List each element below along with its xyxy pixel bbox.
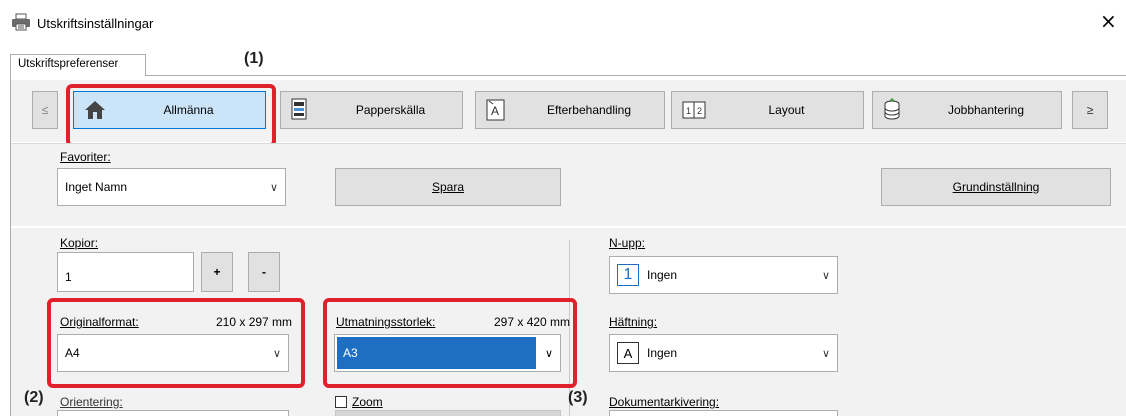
tab-layout-label: Layout — [768, 103, 805, 117]
favorites-value: Inget Namn — [65, 180, 128, 194]
copies-label: Kopior: — [60, 236, 99, 250]
save-button[interactable]: Spara — [335, 168, 561, 206]
layout-icon: 1 2 — [682, 100, 710, 120]
svg-text:1: 1 — [686, 106, 691, 116]
highlight-original-size — [47, 298, 305, 388]
tab-paper-source[interactable]: Papperskälla — [280, 91, 463, 129]
favorites-select[interactable]: Inget Namn ∨ — [57, 168, 286, 206]
tab-layout[interactable]: 1 2 Layout — [671, 91, 864, 129]
zoom-checkbox[interactable] — [335, 396, 347, 408]
window-title: Utskriftsinställningar — [37, 16, 154, 31]
job-handling-icon — [883, 98, 911, 122]
nup-label: N-upp: — [609, 236, 646, 250]
highlight-general-tab — [66, 84, 276, 147]
finishing-icon: A — [486, 98, 514, 122]
paper-tray-icon — [291, 98, 319, 122]
chevron-down-icon: ∨ — [269, 181, 279, 194]
copies-plus-button[interactable]: + — [201, 252, 233, 292]
orientation-select[interactable] — [57, 410, 289, 416]
stapling-select[interactable]: A Ingen ∨ — [609, 334, 838, 372]
callout-2: (2) — [24, 389, 44, 406]
close-icon[interactable]: × — [1100, 11, 1117, 31]
stapling-icon: A — [617, 342, 639, 364]
tab-print-preferences[interactable]: Utskriftspreferenser — [10, 54, 146, 76]
tab-paper-source-label: Papperskälla — [355, 103, 426, 117]
favorites-label: Favoriter: — [60, 150, 111, 164]
archiving-label: Dokumentarkivering: — [609, 395, 720, 409]
stapling-label: Häftning: — [609, 315, 658, 329]
printer-icon — [11, 13, 31, 31]
zoom-settings-button[interactable] — [335, 410, 561, 416]
title-bar — [0, 0, 1126, 44]
nup-select[interactable]: 1 Ingen ∨ — [609, 256, 838, 294]
copies-input[interactable]: 1 — [57, 252, 194, 292]
callout-1: (1) — [244, 50, 264, 67]
scroll-left-button[interactable]: ≤ — [32, 91, 58, 129]
chevron-down-icon: ∨ — [821, 269, 831, 282]
tab-finishing-label: Efterbehandling — [546, 103, 632, 117]
highlight-output-size — [323, 298, 577, 388]
svg-text:2: 2 — [697, 106, 702, 116]
orientation-label: Orientering: — [60, 395, 123, 409]
copies-minus-button[interactable]: - — [248, 252, 280, 292]
zoom-label: Zoom — [352, 395, 383, 409]
callout-3: (3) — [568, 389, 588, 406]
chevron-down-icon: ∨ — [821, 347, 831, 360]
tab-job-handling[interactable]: Jobbhantering — [872, 91, 1062, 129]
nup-icon: 1 — [617, 264, 639, 286]
nup-value: Ingen — [647, 268, 678, 282]
archiving-select[interactable] — [609, 410, 838, 416]
scroll-right-button[interactable]: ≥ — [1072, 91, 1108, 129]
svg-text:A: A — [491, 104, 499, 118]
default-settings-button[interactable]: Grundinställning — [881, 168, 1111, 206]
tab-job-handling-label: Jobbhantering — [947, 103, 1025, 117]
stapling-value: Ingen — [647, 346, 678, 360]
tab-finishing[interactable]: A Efterbehandling — [475, 91, 665, 129]
